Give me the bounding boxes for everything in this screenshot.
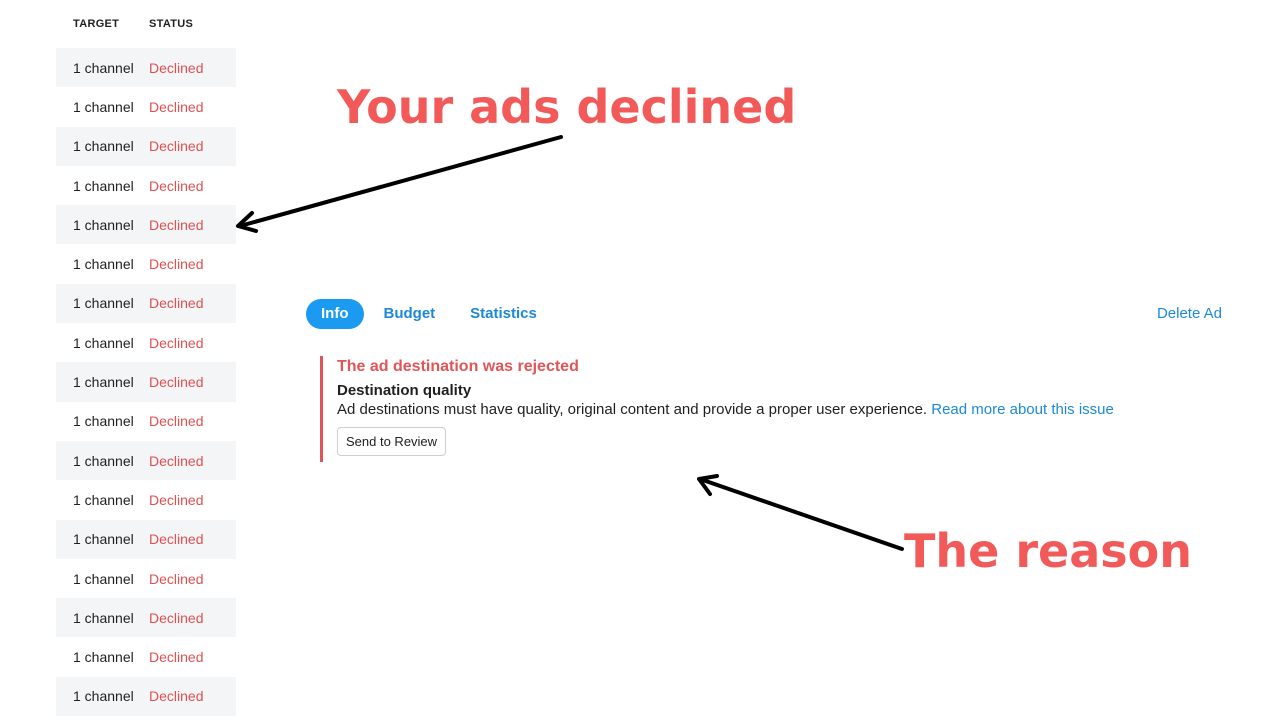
tab-budget[interactable]: Budget [369,299,451,329]
status-cell: Declined [149,216,204,233]
target-cell: 1 channel [73,688,134,705]
arrow-to-rejection-notice [697,474,904,551]
table-row[interactable]: 1 channel Declined [56,126,236,166]
status-cell: Declined [149,531,204,548]
target-cell: 1 channel [73,98,134,115]
annotation-reason: The reason [904,524,1192,578]
rejection-description-text: Ad destinations must have quality, origi… [337,401,928,418]
table-row[interactable]: 1 channel Declined [56,48,236,88]
status-cell: Declined [149,334,204,351]
annotation-ads-declined: Your ads declined [337,80,797,134]
column-header-target: TARGET [73,18,120,30]
target-cell: 1 channel [73,413,134,430]
table-row[interactable]: 1 channel Declined [56,283,236,324]
status-cell: Declined [149,452,204,469]
send-to-review-button[interactable]: Send to Review [337,427,447,456]
status-cell: Declined [149,491,204,508]
status-cell: Declined [149,295,204,312]
ads-table: TARGET STATUS 1 channel Declined 1 channel… [56,0,236,717]
rejection-description: Ad destinations must have quality, origi… [337,401,1217,418]
table-row[interactable]: 1 channel Declined [56,323,236,362]
target-cell: 1 channel [73,138,134,155]
table-row[interactable]: 1 channel Declined [56,244,236,283]
table-body: 1 channel Declined 1 channel Declined 1 chan… [56,48,236,717]
status-cell: Declined [149,98,204,115]
table-row[interactable]: 1 channel Declined [56,440,236,481]
status-cell: Declined [149,649,204,666]
target-cell: 1 channel [73,609,134,626]
table-row[interactable]: 1 channel Declined [56,637,236,676]
tab-statistics[interactable]: Statistics [455,299,552,329]
table-header: TARGET STATUS [56,0,236,48]
status-cell: Declined [149,374,204,391]
target-cell: 1 channel [73,452,134,469]
status-cell: Declined [149,59,204,76]
target-cell: 1 channel [73,649,134,666]
target-cell: 1 channel [73,177,134,194]
target-cell: 1 channel [73,570,134,587]
target-cell: 1 channel [73,295,134,312]
table-row[interactable]: 1 channel Declined [56,87,236,126]
page: TARGET STATUS 1 channel Declined 1 channel… [0,0,1280,720]
table-row[interactable]: 1 channel Declined [56,205,236,245]
target-cell: 1 channel [73,334,134,351]
tab-info[interactable]: Info [306,299,364,329]
table-row[interactable]: 1 channel Declined [56,480,236,519]
table-row[interactable]: 1 channel Declined [56,402,236,441]
status-cell: Declined [149,609,204,626]
status-cell: Declined [149,688,204,705]
table-row[interactable]: 1 channel Declined [56,559,236,598]
target-cell: 1 channel [73,59,134,76]
target-cell: 1 channel [73,256,134,273]
table-row[interactable]: 1 channel Declined [56,598,236,638]
table-row[interactable]: 1 channel Declined [56,676,236,717]
rejection-title: The ad destination was rejected [337,358,579,375]
read-more-link[interactable]: Read more about this issue [931,401,1114,418]
target-cell: 1 channel [73,216,134,233]
status-cell: Declined [149,256,204,273]
table-row[interactable]: 1 channel Declined [56,519,236,559]
table-row[interactable]: 1 channel Declined [56,166,236,205]
status-cell: Declined [149,413,204,430]
arrow-to-declined-row [236,135,563,233]
target-cell: 1 channel [73,491,134,508]
detail-tabs: Info Budget Statistics [306,299,557,329]
status-cell: Declined [149,138,204,155]
status-cell: Declined [149,177,204,194]
column-header-status: STATUS [149,18,194,30]
status-cell: Declined [149,570,204,587]
table-row[interactable]: 1 channel Declined [56,362,236,402]
delete-ad-link[interactable]: Delete Ad [1157,305,1222,322]
target-cell: 1 channel [73,531,134,548]
rejection-notice: The ad destination was rejected Destinat… [320,356,1217,462]
target-cell: 1 channel [73,374,134,391]
rejection-reason: Destination quality [337,382,472,399]
